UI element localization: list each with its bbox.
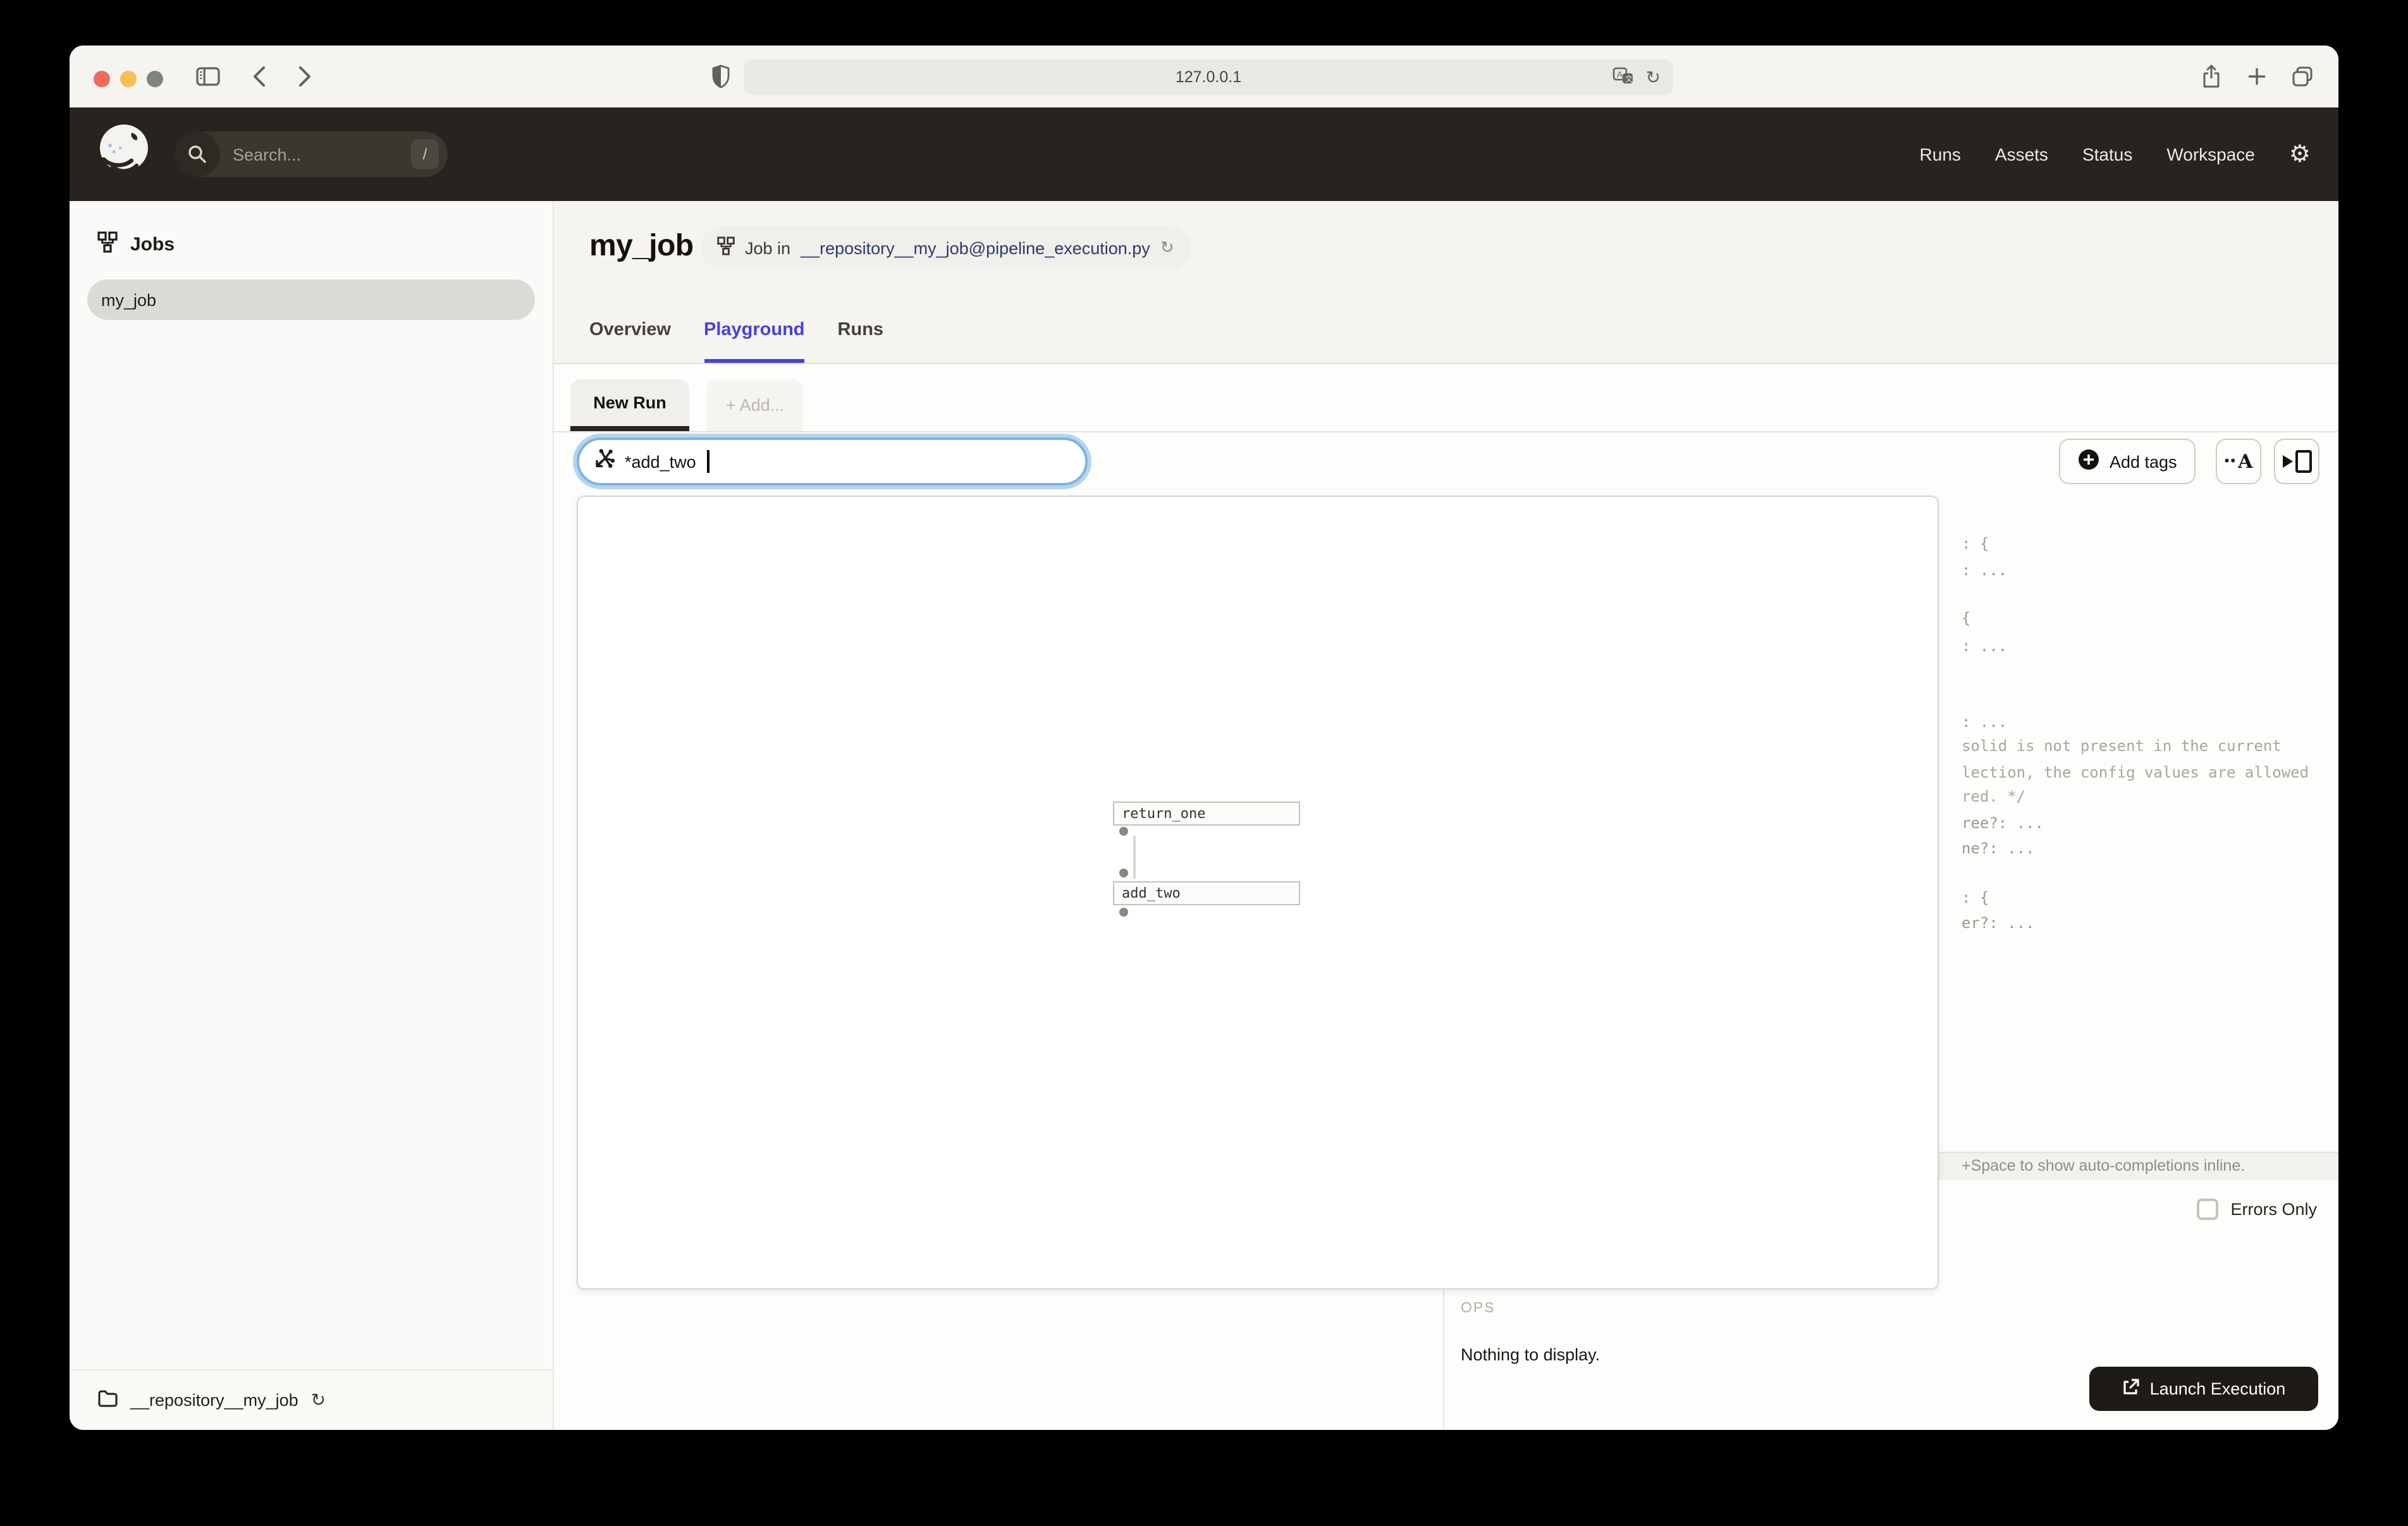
back-icon[interactable] xyxy=(253,66,266,94)
share-icon[interactable] xyxy=(2202,64,2221,95)
errors-only-label: Errors Only xyxy=(2230,1200,2317,1219)
job-tabs: Overview Playground Runs xyxy=(554,297,2338,364)
repository-row[interactable]: __repository__my_job ↻ xyxy=(70,1369,553,1430)
tab-overview-icon[interactable] xyxy=(2292,66,2313,94)
search-shortcut-badge: / xyxy=(411,139,439,169)
job-location-link[interactable]: __repository__my_job@pipeline_execution.… xyxy=(801,238,1150,257)
sidebar-toggle-icon[interactable] xyxy=(196,67,220,92)
job-location-pill[interactable]: Job in __repository__my_job@pipeline_exe… xyxy=(701,226,1191,269)
config-editor-line: lection, the config values are allowed xyxy=(1962,764,2309,781)
zoom-window-button[interactable] xyxy=(147,71,163,87)
url-bar[interactable]: 127.0.0.1 A文 ↻ xyxy=(744,59,1673,95)
settings-gear-icon[interactable]: ⚙ xyxy=(2289,142,2311,166)
config-editor-line: : { xyxy=(1962,889,1989,906)
job-graph-icon xyxy=(97,231,118,258)
folder-icon xyxy=(97,1389,118,1411)
page-title: my_job xyxy=(589,229,693,264)
minimize-window-button[interactable] xyxy=(120,71,137,87)
browser-window: 127.0.0.1 A文 ↻ xyxy=(70,46,2338,1430)
job-location-prefix: Job in xyxy=(745,238,790,257)
top-nav: Runs Assets Status Workspace ⚙ xyxy=(1920,142,2311,166)
errors-only-control[interactable]: Errors Only xyxy=(2196,1199,2317,1220)
forward-icon[interactable] xyxy=(298,66,311,94)
nav-workspace[interactable]: Workspace xyxy=(2166,144,2255,164)
repository-name: __repository__my_job xyxy=(130,1391,298,1410)
op-selector-input[interactable]: *add_two xyxy=(577,437,1088,485)
op-selector-value: *add_two xyxy=(625,452,696,471)
run-tab-add[interactable]: + Add... xyxy=(707,379,803,431)
autocomplete-settings-button[interactable]: ••A xyxy=(2216,439,2261,484)
url-text: 127.0.0.1 xyxy=(1176,68,1241,86)
tab-overview[interactable]: Overview xyxy=(589,297,671,363)
jobs-section-header: Jobs xyxy=(97,231,553,258)
run-tab-new-run[interactable]: New Run xyxy=(570,379,689,431)
new-tab-icon[interactable] xyxy=(2247,67,2266,92)
translate-icon[interactable]: A文 xyxy=(1613,66,1635,88)
config-editor-line: : { xyxy=(1962,535,1989,552)
app-header: Search... / Runs Assets Status Workspace… xyxy=(70,107,2338,201)
toggle-panel-button[interactable] xyxy=(2274,439,2319,484)
repository-reload-icon[interactable]: ↻ xyxy=(311,1389,326,1411)
search-icon xyxy=(175,131,220,177)
plus-circle-icon xyxy=(2078,449,2099,474)
add-tags-label: Add tags xyxy=(2110,452,2177,471)
dagster-logo[interactable] xyxy=(99,124,150,185)
launch-icon xyxy=(2122,1378,2140,1400)
errors-only-checkbox[interactable] xyxy=(2196,1199,2218,1220)
config-editor-line: ree?: ... xyxy=(1962,814,2044,832)
config-editor-line: red. */ xyxy=(1962,788,2025,805)
config-editor-line: { xyxy=(1962,609,1970,627)
launch-label: Launch Execution xyxy=(2150,1379,2286,1398)
run-config-tabs: New Run + Add... xyxy=(554,364,2338,432)
ops-panel-divider xyxy=(1443,1288,1444,1430)
privacy-shield-icon[interactable] xyxy=(712,64,730,95)
config-editor-line: solid is not present in the current xyxy=(1962,737,2282,755)
input-dot[interactable] xyxy=(1119,869,1128,877)
job-graph-icon xyxy=(717,236,735,259)
nav-runs[interactable]: Runs xyxy=(1920,144,1961,164)
svg-text:A: A xyxy=(1617,68,1623,78)
op-node-add-two[interactable]: add_two xyxy=(1113,881,1300,905)
output-dot[interactable] xyxy=(1119,908,1128,917)
close-window-button[interactable] xyxy=(94,71,110,87)
dependency-edge xyxy=(1133,836,1136,879)
browser-toolbar: 127.0.0.1 A文 ↻ xyxy=(70,46,2338,107)
output-dot[interactable] xyxy=(1119,827,1128,836)
autocomplete-icon: •• xyxy=(2225,454,2237,469)
add-tags-button[interactable]: Add tags xyxy=(2059,439,2196,484)
job-item-label: my_job xyxy=(101,290,156,309)
screen: 127.0.0.1 A文 ↻ xyxy=(0,0,2408,1526)
ops-empty-message: Nothing to display. xyxy=(1461,1345,1600,1364)
config-editor-line: ne?: ... xyxy=(1962,839,2035,857)
config-editor-line: er?: ... xyxy=(1962,914,2035,932)
global-search[interactable]: Search... / xyxy=(175,131,448,177)
tab-playground[interactable]: Playground xyxy=(704,297,805,363)
jobs-section-title: Jobs xyxy=(130,234,175,255)
nav-status[interactable]: Status xyxy=(2082,144,2132,164)
search-placeholder: Search... xyxy=(233,145,411,164)
op-selector-icon xyxy=(593,448,615,475)
svg-text:文: 文 xyxy=(1626,73,1633,83)
text-cursor xyxy=(708,450,710,473)
expand-panel-icon xyxy=(2282,450,2311,473)
op-node-return-one[interactable]: return_one xyxy=(1113,802,1300,826)
main-content: my_job Job in __repository__my_job@pipel… xyxy=(554,201,2338,1430)
config-editor-line: : ... xyxy=(1962,561,2007,579)
job-reload-icon[interactable]: ↻ xyxy=(1160,238,1174,258)
launch-execution-button[interactable]: Launch Execution xyxy=(2089,1367,2318,1411)
tab-runs[interactable]: Runs xyxy=(838,297,884,363)
op-graph-panel[interactable]: return_one add_two xyxy=(577,496,1939,1290)
jobs-sidebar: Jobs my_job __repository__my_job ↻ xyxy=(70,201,554,1430)
config-editor-line: : ... xyxy=(1962,637,2007,655)
config-editor-line: : ... xyxy=(1962,713,2007,731)
reload-icon[interactable]: ↻ xyxy=(1646,68,1661,86)
autocomplete-hint: +Space to show auto-completions inline. xyxy=(1962,1157,2245,1175)
ops-section-label: OPS xyxy=(1461,1301,1496,1316)
sidebar-item-my-job[interactable]: my_job xyxy=(87,279,535,320)
app-body: Jobs my_job __repository__my_job ↻ my_jo… xyxy=(70,201,2338,1430)
nav-assets[interactable]: Assets xyxy=(1995,144,2048,164)
